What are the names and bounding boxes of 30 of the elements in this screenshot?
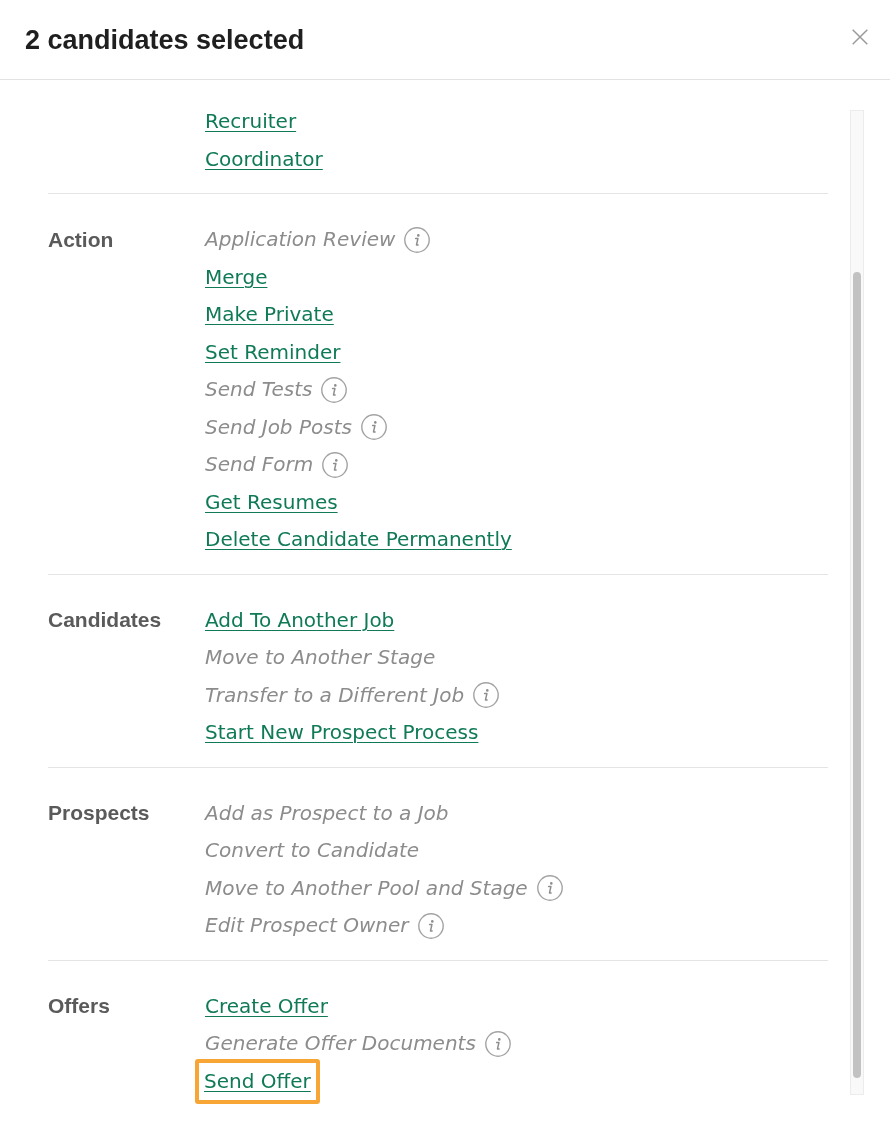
disabled-action: Send Job Posts — [205, 414, 352, 440]
disabled-action: Move to Another Pool and Stage — [205, 875, 528, 901]
disabled-action: Generate Offer Documents — [205, 1031, 476, 1057]
section-label: Prospects — [48, 800, 150, 827]
action-link[interactable]: Merge — [205, 264, 268, 290]
disabled-action: Send Form — [205, 452, 314, 478]
disabled-action: Send Tests — [205, 377, 313, 403]
action-link[interactable]: Create Offer — [205, 993, 328, 1019]
section-label: Action — [48, 226, 114, 253]
disabled-action: Move to Another Stage — [205, 645, 436, 671]
action-link[interactable]: Get Resumes — [205, 489, 338, 515]
section-label: Candidates — [48, 607, 162, 634]
action-link[interactable]: Send Offer — [195, 1059, 320, 1105]
action-link[interactable]: Start New Prospect Process — [205, 720, 479, 746]
scrollbar-thumb[interactable] — [853, 272, 861, 1078]
disabled-action: Application Review — [205, 227, 396, 253]
disabled-action: Edit Prospect Owner — [205, 913, 409, 939]
action-link[interactable]: Add To Another Job — [205, 607, 395, 633]
section-label: Offers — [48, 993, 110, 1020]
scrollbar-track[interactable] — [850, 110, 864, 1095]
dialog-title: 2 candidates selected — [25, 23, 305, 57]
close-icon[interactable] — [852, 28, 868, 45]
disabled-action: Add as Prospect to a Job — [205, 800, 449, 826]
disabled-action: Transfer to a Different Job — [205, 682, 465, 708]
action-link[interactable]: Recruiter — [205, 109, 297, 135]
action-link[interactable]: Set Reminder — [205, 339, 341, 365]
action-link[interactable]: Delete Candidate Permanently — [205, 527, 512, 553]
action-link[interactable]: Make Private — [205, 302, 334, 328]
action-link[interactable]: Coordinator — [205, 146, 323, 172]
disabled-action: Convert to Candidate — [205, 838, 420, 864]
